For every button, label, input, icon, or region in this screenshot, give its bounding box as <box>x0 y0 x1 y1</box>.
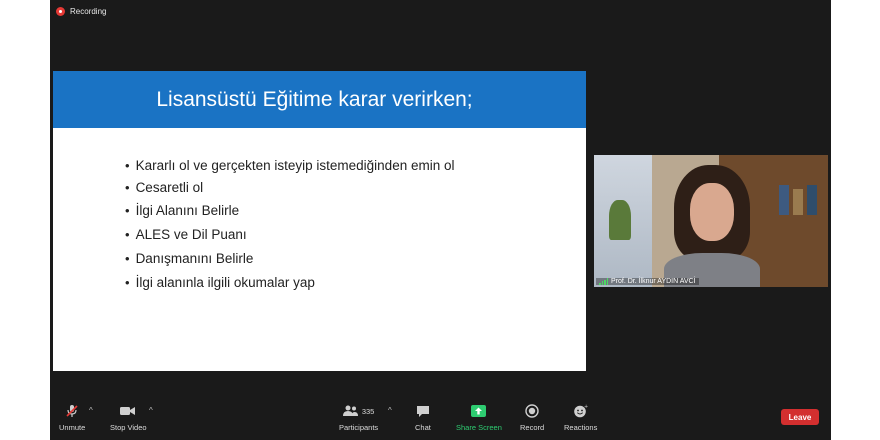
video-background-book <box>807 185 817 215</box>
reactions-button[interactable]: + Reactions <box>564 403 597 432</box>
slide-bullet: Kararlı ol ve gerçekten isteyip istemedi… <box>125 154 455 176</box>
slide-bullet: ALES ve Dil Puanı <box>125 223 454 245</box>
recording-indicator: Recording <box>56 7 106 16</box>
slide-bullet: Cesaretli ol <box>125 176 454 198</box>
unmute-button[interactable]: Unmute <box>59 403 85 432</box>
record-label: Record <box>520 423 545 432</box>
video-background-book <box>793 189 803 215</box>
record-dot-icon <box>56 7 65 16</box>
video-camera-icon <box>120 403 136 419</box>
participant-video[interactable]: Prof. Dr. İlknur AYDIN AVCİ <box>594 155 828 287</box>
participant-face <box>690 183 734 241</box>
participant-name-tag: Prof. Dr. İlknur AYDIN AVCİ <box>596 278 699 285</box>
share-screen-icon <box>471 403 487 419</box>
slide-title: Lisansüstü Eğitime karar verirken; <box>156 87 473 111</box>
stop-video-label: Stop Video <box>110 423 147 432</box>
participant-name: Prof. Dr. İlknur AYDIN AVCİ <box>611 278 696 285</box>
chat-bubble-icon <box>416 403 430 419</box>
record-button[interactable]: Record <box>520 403 544 432</box>
participants-icon-group: 335 <box>342 403 375 419</box>
participants-label: Participants <box>339 423 379 432</box>
svg-text:+: + <box>584 404 588 410</box>
slide-bullet-list: Kararlı ol ve gerçekten isteyip istemedi… <box>125 154 455 293</box>
meeting-toolbar: Unmute ^ Stop Video ^ 335 Participants ^… <box>50 398 831 440</box>
slide-bullet: İlgi Alanını Belirle <box>125 199 454 221</box>
share-screen-button[interactable]: Share Screen <box>456 403 502 432</box>
video-background-book <box>779 185 789 215</box>
unmute-label: Unmute <box>59 423 86 432</box>
zoom-window: Recording Lisansüstü Eğitime karar verir… <box>50 0 831 440</box>
audio-options-chevron-icon[interactable]: ^ <box>89 406 93 415</box>
participant-figure <box>662 165 762 287</box>
participants-options-chevron-icon[interactable]: ^ <box>388 406 392 415</box>
recording-label: Recording <box>70 7 107 16</box>
video-options-chevron-icon[interactable]: ^ <box>149 406 153 415</box>
record-icon <box>525 403 539 419</box>
shared-slide: Lisansüstü Eğitime karar verirken; Karar… <box>53 71 586 371</box>
stop-video-button[interactable]: Stop Video <box>110 403 147 432</box>
slide-bullet: İlgi alanınla ilgili okumalar yap <box>125 271 454 293</box>
share-screen-label: Share Screen <box>456 423 502 432</box>
reactions-label: Reactions <box>564 423 598 432</box>
participants-count: 335 <box>361 406 375 416</box>
connection-signal-icon <box>599 278 608 285</box>
participants-button[interactable]: 335 Participants <box>339 403 378 432</box>
slide-bullet: Danışmanını Belirle <box>125 247 454 269</box>
video-background-plant <box>609 200 631 240</box>
leave-button[interactable]: Leave <box>781 409 819 425</box>
participants-icon <box>342 405 358 416</box>
chat-label: Chat <box>415 423 431 432</box>
slide-header: Lisansüstü Eğitime karar verirken; <box>53 71 586 128</box>
reactions-smiley-icon: + <box>573 403 588 419</box>
muted-microphone-icon <box>65 403 79 419</box>
chat-button[interactable]: Chat <box>415 403 431 432</box>
